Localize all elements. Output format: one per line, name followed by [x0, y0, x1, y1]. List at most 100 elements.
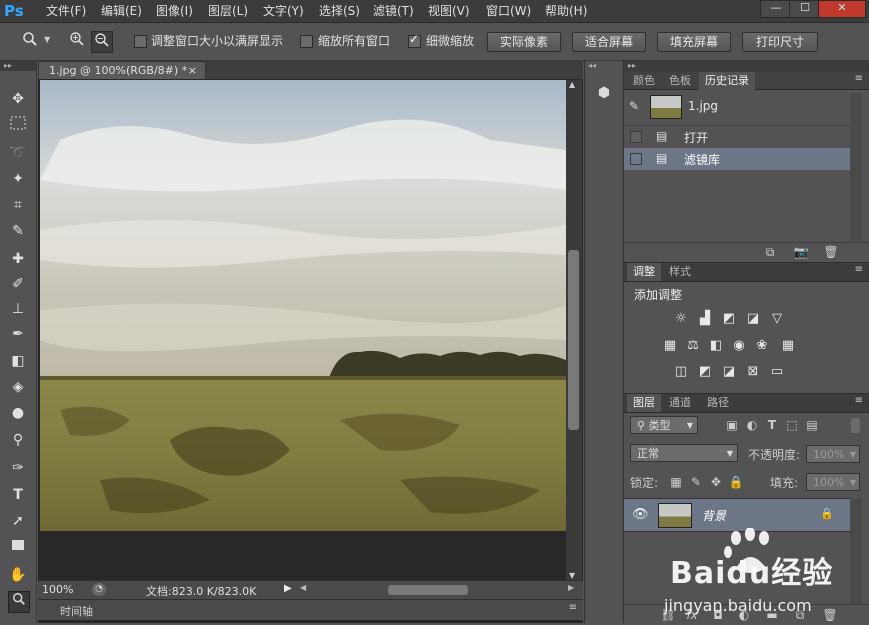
fill-input[interactable]: 100% ▼ [806, 473, 860, 491]
levels-icon[interactable]: ▟ [697, 311, 713, 327]
scroll-up-arrow-icon[interactable]: ▲ [569, 80, 575, 89]
layer-name[interactable]: 背景 [702, 507, 726, 524]
brush-tool-icon[interactable]: ✐ [8, 274, 28, 294]
move-tool-icon[interactable]: ✥ [8, 89, 28, 109]
color-balance-icon[interactable]: ⚖ [685, 338, 701, 354]
hscroll-left-arrow-icon[interactable]: ◀ [300, 583, 306, 592]
adjustments-menu-icon[interactable]: ≡ [855, 264, 863, 275]
vertical-scroll-thumb[interactable] [568, 250, 579, 430]
history-item-checkbox[interactable] [630, 131, 642, 143]
pen-tool-icon[interactable]: ✑ [8, 458, 28, 478]
clone-stamp-tool-icon[interactable]: ⊥ [8, 299, 28, 319]
menu-file[interactable]: 文件(F) [46, 0, 86, 22]
tab-layers[interactable]: 图层 [627, 394, 661, 412]
type-tool-icon[interactable]: T [8, 485, 28, 505]
filter-shape-icon[interactable]: ⬚ [784, 417, 800, 433]
lock-position-icon[interactable]: ✥ [708, 474, 724, 490]
exposure-icon[interactable]: ◪ [745, 311, 761, 327]
document-tab[interactable]: 1.jpg @ 100%(RGB/8#) * × [38, 61, 206, 79]
new-document-from-state-icon[interactable]: ⧉ [762, 244, 778, 260]
posterize-icon[interactable]: ◩ [697, 364, 713, 380]
minimize-button[interactable]: — [760, 0, 792, 18]
timeline-panel-collapsed[interactable]: 时间轴 ≡ [38, 599, 583, 620]
lasso-tool-icon[interactable]: ➰ [8, 143, 28, 163]
menu-layer[interactable]: 图层(L) [208, 0, 248, 22]
zoom-in-icon[interactable] [67, 31, 87, 51]
filter-smart-object-icon[interactable]: ▤ [804, 417, 820, 433]
lock-pixels-icon[interactable]: ✎ [688, 474, 704, 490]
history-item-open[interactable]: ▤ 打开 [624, 125, 850, 148]
tab-color[interactable]: 颜色 [627, 72, 661, 90]
menu-help[interactable]: 帮助(H) [545, 0, 587, 22]
horizontal-scroll-thumb[interactable] [388, 585, 468, 595]
lock-all-icon[interactable]: 🔒 [728, 474, 744, 490]
3d-cube-icon[interactable]: ⬢ [594, 83, 614, 103]
layers-menu-icon[interactable]: ≡ [855, 395, 863, 406]
zoom-out-icon[interactable] [91, 31, 113, 53]
scrubby-zoom-checkbox[interactable] [408, 32, 421, 48]
threshold-icon[interactable]: ◪ [721, 364, 737, 380]
close-window-button[interactable]: ✕ [818, 0, 866, 18]
eraser-tool-icon[interactable]: ◧ [8, 351, 28, 371]
history-panel-menu-icon[interactable]: ≡ [855, 73, 863, 84]
print-size-button[interactable]: 打印尺寸 [742, 32, 818, 52]
preset-dropdown-arrow-icon[interactable]: ▼ [44, 35, 50, 44]
layer-filter-kind-select[interactable]: ⚲ 类型 ▼ [630, 416, 698, 434]
black-white-icon[interactable]: ◧ [708, 338, 724, 354]
tab-channels[interactable]: 通道 [663, 394, 697, 412]
fit-screen-button[interactable]: 适合屏幕 [572, 32, 646, 52]
channel-mixer-icon[interactable]: ❀ [754, 338, 770, 354]
actual-pixels-button[interactable]: 实际像素 [487, 32, 561, 52]
healing-brush-tool-icon[interactable]: ✚ [8, 249, 28, 269]
marquee-tool-icon[interactable] [8, 116, 28, 136]
vibrance-icon[interactable]: ▽ [769, 311, 785, 327]
menu-type[interactable]: 文字(Y) [263, 0, 304, 22]
tab-adjustments[interactable]: 调整 [627, 263, 661, 281]
history-brush-tool-icon[interactable]: ✒ [8, 324, 28, 344]
status-info-icon[interactable]: ◔ [92, 583, 106, 596]
selective-color-icon[interactable]: ⊠ [745, 364, 761, 380]
lock-transparency-icon[interactable]: ▦ [668, 474, 684, 490]
maximize-button[interactable]: ☐ [789, 0, 821, 18]
history-brush-source-icon[interactable]: ✎ [629, 99, 639, 113]
timeline-menu-icon[interactable]: ≡ [569, 602, 577, 613]
magic-wand-tool-icon[interactable]: ✦ [8, 169, 28, 189]
menu-view[interactable]: 视图(V) [428, 0, 470, 22]
document-tab-close-icon[interactable]: × [188, 62, 197, 80]
tab-history[interactable]: 历史记录 [699, 72, 755, 90]
opacity-input[interactable]: 100% ▼ [806, 445, 860, 463]
paint-bucket-tool-icon[interactable]: ◈ [8, 377, 28, 397]
strip-collapse-icon[interactable]: ◂◂ [588, 61, 596, 70]
delete-state-icon[interactable]: 🗑 [823, 244, 839, 260]
blend-mode-select[interactable]: 正常 ▼ [630, 444, 738, 462]
filter-adjustment-icon[interactable]: ◐ [744, 417, 760, 433]
zoom-level[interactable]: 100% [42, 583, 73, 596]
filter-type-icon[interactable]: T [764, 417, 780, 433]
panel-collapse-icon[interactable]: ▸▸ [628, 61, 636, 70]
status-menu-arrow-icon[interactable]: ▶ [284, 583, 292, 594]
hand-tool-icon[interactable]: ✋ [8, 565, 28, 585]
new-snapshot-icon[interactable]: 📷 [793, 244, 809, 260]
curves-icon[interactable]: ◩ [721, 311, 737, 327]
menu-filter[interactable]: 滤镜(T) [373, 0, 414, 22]
crop-tool-icon[interactable]: ⌗ [8, 195, 28, 215]
zoom-tool-icon[interactable] [8, 591, 30, 613]
dodge-tool-icon[interactable]: ⚲ [8, 430, 28, 450]
filter-toggle-switch[interactable] [851, 418, 860, 433]
blur-tool-icon[interactable]: ● [8, 403, 28, 423]
invert-icon[interactable]: ◫ [673, 364, 689, 380]
toolbar-collapse-handle[interactable]: ▸▸ [0, 61, 36, 71]
menu-select[interactable]: 选择(S) [319, 0, 360, 22]
rectangle-tool-icon[interactable] [8, 537, 28, 557]
scroll-down-arrow-icon[interactable]: ▼ [569, 571, 575, 580]
path-selection-tool-icon[interactable]: ➚ [8, 511, 28, 531]
history-scrollbar[interactable] [850, 93, 862, 241]
brightness-contrast-icon[interactable]: ☼ [673, 311, 689, 327]
hue-saturation-icon[interactable]: ▦ [662, 338, 678, 354]
filter-pixel-icon[interactable]: ▣ [724, 417, 740, 433]
gradient-map-icon[interactable]: ▭ [769, 364, 785, 380]
photo-filter-icon[interactable]: ◉ [731, 338, 747, 354]
zoom-all-windows-checkbox[interactable] [300, 35, 313, 48]
hscroll-right-arrow-icon[interactable]: ▶ [568, 583, 574, 592]
tab-swatches[interactable]: 色板 [663, 72, 697, 90]
